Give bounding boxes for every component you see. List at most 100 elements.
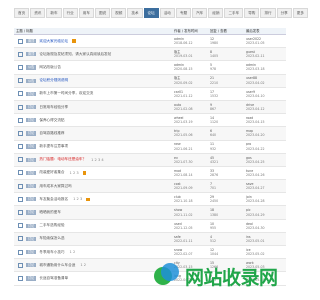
- topic-tag[interactable]: 讨论: [26, 131, 37, 136]
- topic-tag[interactable]: 讨论: [26, 263, 37, 268]
- last-post-date: 2023-04-29: [246, 212, 265, 217]
- nav-tab[interactable]: 二手车: [224, 8, 244, 18]
- table-row[interactable]: 讨论 晒晒我的爱车 show 2021-11-02 18 1380 pic 2023-04-2…: [14, 206, 286, 220]
- topic-link[interactable]: 改装爱好者集合: [39, 170, 64, 175]
- topic-link[interactable]: 日常用车经验分享: [39, 105, 68, 110]
- last-post-cell: user2022 2023-01-05: [244, 37, 286, 45]
- topic-link[interactable]: 车险续保怎么选: [39, 236, 64, 241]
- topic-board: 主题 / 标题 作者 / 发布时间 回复 / 查看 最后发表 置顶 欢迎大家光临论…: [14, 28, 286, 286]
- topic-tag[interactable]: 讨论: [26, 170, 37, 176]
- topic-pages[interactable]: 1 2 3: [70, 171, 79, 175]
- topic-link[interactable]: 网站改版公告: [39, 65, 61, 70]
- nav-tab[interactable]: 专题: [175, 8, 192, 18]
- stats-cell: 45 4321: [208, 156, 244, 164]
- document-icon: [18, 249, 23, 255]
- last-post-date: 2023-04-25: [246, 159, 265, 164]
- topic-pages[interactable]: 1 2 3 4: [91, 158, 104, 162]
- table-row[interactable]: 讨论 用车成本大家算过吗 cost 2021-09-09 7 701 save 2023-04…: [14, 180, 286, 194]
- table-row[interactable]: 讨论 二手车选购经验 used 2021-12-05 10 955 deal 2023-04-…: [14, 220, 286, 233]
- topic-link[interactable]: 自驾游路线推荐: [39, 131, 64, 136]
- nav-tab[interactable]: 新车: [46, 8, 62, 18]
- topic-link[interactable]: 论坛积分规则说明: [39, 78, 68, 83]
- topic-tag[interactable]: 讨论: [26, 104, 37, 110]
- post-date: 2021-03-19: [174, 120, 193, 125]
- topic-link[interactable]: 热门话题：电动车还是油车？: [39, 157, 86, 162]
- topic-tag[interactable]: 讨论: [26, 249, 37, 255]
- topic-tag[interactable]: 公告: [26, 78, 37, 83]
- post-date: 2021-11-02: [174, 212, 193, 217]
- topic-link[interactable]: 新车上市第一时间分享，欢迎交流: [39, 91, 93, 96]
- topic-link[interactable]: 新手提车注意事项: [39, 144, 68, 149]
- topic-pages[interactable]: 1 2: [80, 263, 86, 267]
- topic-title-cell: 讨论 车险续保怎么选: [14, 236, 172, 242]
- nav-tab[interactable]: 导购: [244, 8, 260, 18]
- topic-tag[interactable]: 讨论: [26, 276, 37, 281]
- table-row[interactable]: 公告 论坛积分规则说明 版主 2020-09-02 21 2210 user88 2023-0…: [14, 74, 286, 88]
- topic-tag[interactable]: 讨论: [26, 144, 37, 149]
- hot-icon: [72, 39, 76, 43]
- topic-tag[interactable]: 讨论: [26, 91, 37, 96]
- nav-tab[interactable]: 用车: [78, 8, 94, 18]
- table-row[interactable]: 讨论 新车上市第一时间分享，欢迎交流 car01 2021-01-12 17 1532 us…: [14, 88, 286, 101]
- topic-tag[interactable]: 讨论: [26, 157, 37, 162]
- nav-tab[interactable]: 资讯: [30, 8, 46, 18]
- topic-tag[interactable]: 讨论: [26, 197, 37, 202]
- last-post-cell: ice 2023-05-02: [244, 248, 286, 256]
- table-row[interactable]: 公告 网站改版公告 admin 2020-08-15 5 978 admin 2023-03-…: [14, 61, 286, 75]
- watermark-logo-icon: [152, 261, 182, 291]
- topic-pages[interactable]: 1 2: [70, 250, 76, 254]
- table-row[interactable]: 讨论 日常用车经验分享 auto 2021-02-08 9 867 drive 2023-04…: [14, 100, 286, 115]
- document-icon: [18, 275, 23, 281]
- table-row[interactable]: 讨论 新手提车注意事项 new 2021-06-21 11 932 pro 2023-04-2…: [14, 141, 286, 154]
- watermark-text: 网站收录网: [185, 266, 278, 289]
- table-row[interactable]: 置顶 论坛版规及发帖须知，请大家认真阅读后发帖 版主 2019-03-01 8 1405 g…: [14, 48, 286, 62]
- nav-tab[interactable]: 汽车: [192, 8, 208, 18]
- table-row[interactable]: 讨论 热门话题：电动车还是油车？ 1 2 3 4 ev 2021-07-30 45 4321…: [14, 153, 286, 167]
- table-row[interactable]: 讨论 冬季用车小技巧 1 2 snow 2022-02-07 12 1044 ice 2023-…: [14, 246, 286, 260]
- table-row[interactable]: 讨论 车友聚会活动报名 1 2 3 club 2021-10-18 29 2450 join 2…: [14, 193, 286, 207]
- topic-link[interactable]: 欢迎大家光临论坛: [39, 39, 68, 44]
- post-date: 2021-05-06: [174, 133, 193, 138]
- nav-tab[interactable]: 经销: [208, 8, 224, 18]
- last-post-cell: deal 2023-04-30: [244, 222, 286, 230]
- topic-tag[interactable]: 置顶: [26, 52, 37, 57]
- topic-link[interactable]: 车友聚会活动报名: [39, 197, 68, 202]
- table-row[interactable]: 置顶 欢迎大家光临论坛 admin 2018-06-12 12 1980 user2022 2…: [14, 35, 286, 49]
- topic-pages[interactable]: 1 2 3: [73, 197, 82, 201]
- nav-tab[interactable]: 图说: [94, 8, 111, 18]
- topic-link[interactable]: 二手车选购经验: [39, 223, 64, 228]
- topic-link[interactable]: 论坛版规及发帖须知，请大家认真阅读后发帖: [39, 52, 111, 57]
- topic-title-cell: 讨论 新车上市第一时间分享，欢迎交流: [14, 91, 172, 97]
- nav-tab[interactable]: 排行: [260, 8, 276, 18]
- topic-tag[interactable]: 置顶: [26, 38, 37, 44]
- topic-link[interactable]: 晒晒我的爱车: [39, 210, 61, 215]
- topic-title-cell: 讨论 改装爱好者集合 1 2 3: [14, 170, 172, 176]
- topic-tag[interactable]: 讨论: [26, 210, 37, 215]
- topic-tag[interactable]: 讨论: [26, 118, 37, 123]
- topic-link[interactable]: 用车成本大家算过吗: [39, 184, 71, 189]
- topic-tag[interactable]: 讨论: [26, 223, 37, 228]
- last-post-cell: pro 2023-04-22: [244, 142, 286, 150]
- topic-link[interactable]: 冬季用车小技巧: [39, 250, 64, 255]
- table-row[interactable]: 讨论 自驾游路线推荐 trip 2021-05-06 6 640 map 2023-04-20: [14, 127, 286, 141]
- nav-tab[interactable]: 视频: [111, 8, 127, 18]
- nav-tab[interactable]: 论坛: [143, 8, 159, 18]
- table-row[interactable]: 讨论 车险续保怎么选 safe 2022-01-11 4 512 ins 2023-05-01: [14, 232, 286, 246]
- nav-tab[interactable]: 分享: [276, 8, 292, 18]
- table-row[interactable]: 讨论 保养心得交流贴 wheel 2021-03-19 14 1120 road 2023-0…: [14, 114, 286, 128]
- nav-tab[interactable]: 活动: [159, 8, 175, 18]
- topic-link[interactable]: 保养心得交流贴: [39, 118, 64, 123]
- topic-link[interactable]: 长途自驾准备清单: [39, 276, 68, 281]
- topic-tag[interactable]: 讨论: [26, 184, 37, 189]
- topic-tag[interactable]: 公告: [26, 65, 37, 70]
- topic-link[interactable]: 城市通勤用什么车合适: [39, 263, 75, 268]
- last-post-date: 2023-02-11: [246, 54, 265, 59]
- nav-tab[interactable]: 行业: [62, 8, 78, 18]
- view-count: 4321: [210, 159, 219, 164]
- last-post-date: 2023-05-01: [246, 238, 265, 243]
- table-row[interactable]: 讨论 改装爱好者集合 1 2 3 mod 2021-08-14 33 2876 tune 202…: [14, 167, 286, 181]
- nav-tab[interactable]: 首页: [14, 8, 30, 18]
- topic-tag[interactable]: 讨论: [26, 236, 37, 241]
- nav-tab[interactable]: 技术: [127, 8, 143, 18]
- nav-tab[interactable]: 更多: [292, 8, 308, 18]
